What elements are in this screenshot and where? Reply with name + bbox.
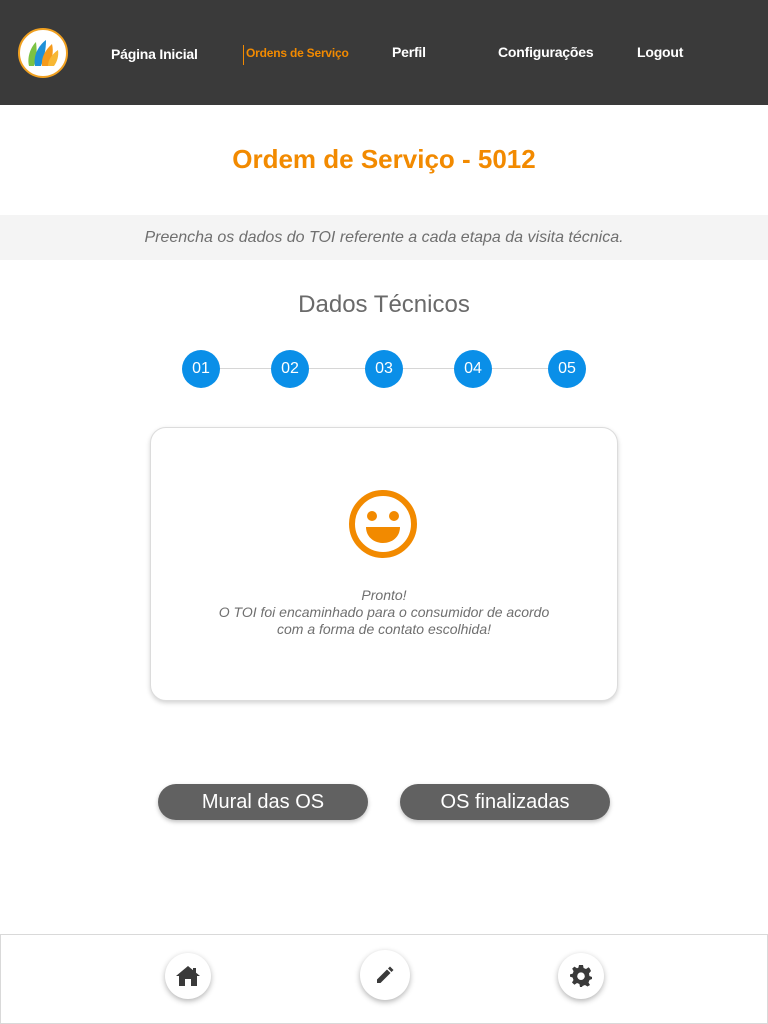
page-subtitle: Preencha os dados do TOI referente a cad… [144,229,624,246]
top-navbar: Página Inicial Ordens de Serviço Perfil … [0,0,768,105]
settings-button[interactable] [558,953,604,999]
nav-pagina-inicial[interactable]: Página Inicial [111,46,198,62]
page-title: Ordem de Serviço - 5012 [232,144,536,174]
step-02[interactable]: 02 [271,350,309,388]
nav-ordens-de-servico[interactable]: Ordens de Serviço [243,45,349,65]
logo[interactable] [18,28,68,78]
home-icon [176,966,200,986]
confirmation-card [150,427,618,701]
smiley-icon [349,490,417,558]
edit-button[interactable] [360,950,410,1000]
logo-drops-icon [28,40,59,66]
card-message-line: com a forma de contato escolhida! [276,621,491,637]
step-03[interactable]: 03 [365,350,403,388]
step-05[interactable]: 05 [548,350,586,388]
section-title: Dados Técnicos [298,291,470,318]
step-04[interactable]: 04 [454,350,492,388]
mural-das-os-button[interactable]: Mural das OS [158,784,368,820]
step-01[interactable]: 01 [182,350,220,388]
edit-icon [377,966,394,983]
home-button[interactable] [165,953,211,999]
card-message-line: O TOI foi encaminhado para o consumidor … [218,604,550,620]
card-message-title: Pronto! [361,587,407,603]
nav-perfil[interactable]: Perfil [392,44,426,60]
nav-configuracoes[interactable]: Configurações [498,44,594,60]
os-finalizadas-button[interactable]: OS finalizadas [400,784,610,820]
nav-logout[interactable]: Logout [637,44,683,60]
settings-icon [570,965,592,987]
